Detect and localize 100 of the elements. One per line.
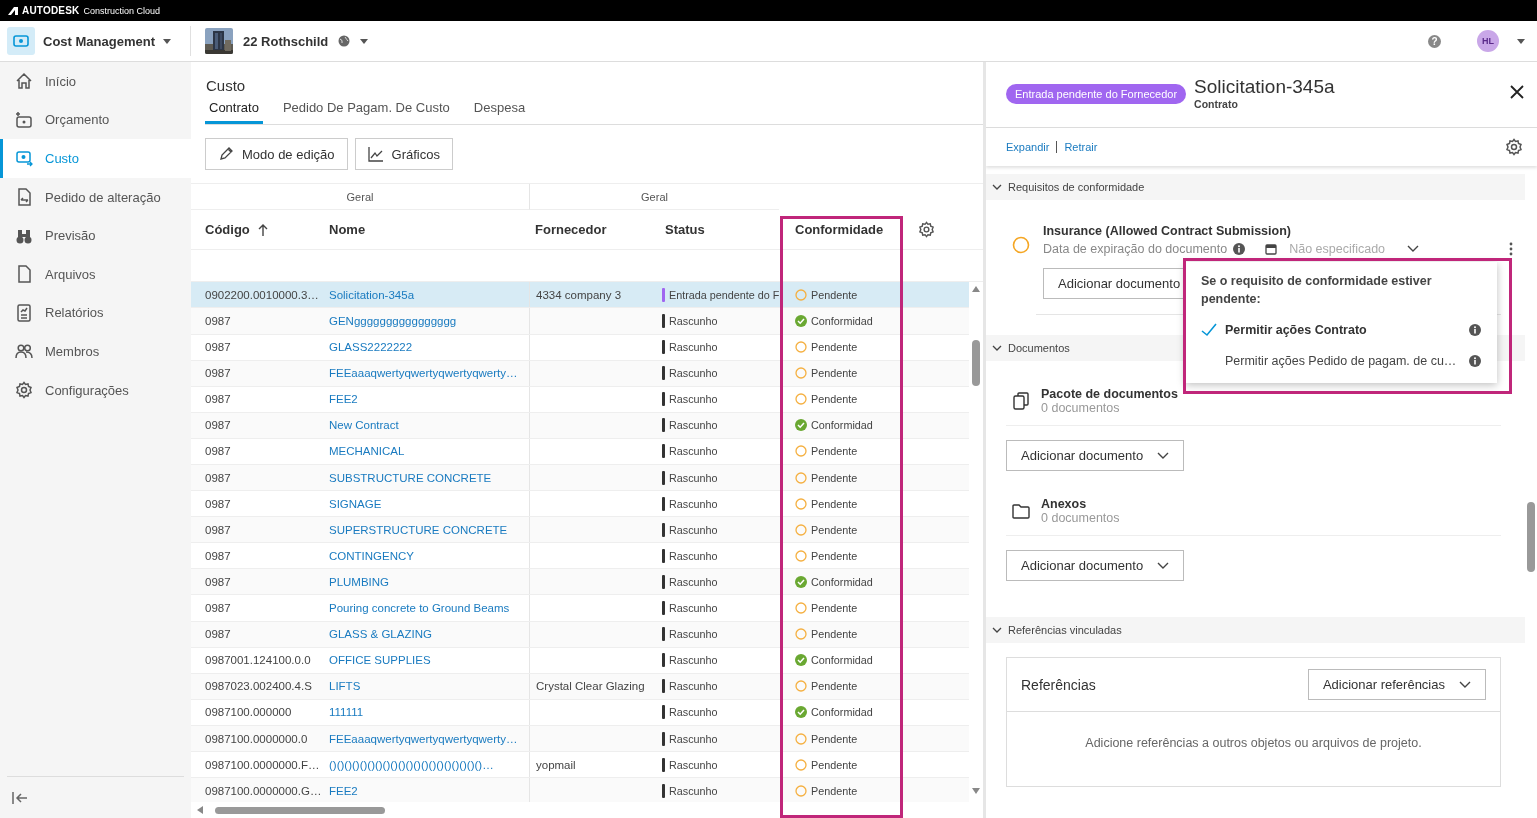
contract-link[interactable]: GENgggggggggggggggg (329, 315, 529, 327)
contract-link[interactable]: CONTINGENCY (329, 549, 529, 562)
table-row[interactable]: 0902200.0010000.3… Solicitation-345a 4334 company 3 Entrada pendente do F Pendente (191, 282, 969, 309)
help-button[interactable]: ? (1428, 34, 1441, 48)
sidebar-item[interactable]: Membros (0, 332, 191, 371)
contract-link[interactable]: FEEaaaqwertyqwertyqwertyqwerty… (329, 367, 529, 380)
table-row[interactable]: 0987 SUBSTRUCTURE CONCRETE Rascunho Pendente (191, 465, 969, 492)
table-row[interactable]: 0987 MECHANICAL Rascunho Pendente (191, 438, 969, 465)
table-row[interactable]: 0987001.124100.0.0 OFFICE SUPPLIES Rascunho Conformidad (191, 647, 969, 674)
column-header[interactable]: Código (191, 222, 329, 238)
table-row[interactable]: 0987 PLUMBING Rascunho Conformidad (191, 569, 969, 596)
card-title: Referências (1021, 676, 1096, 693)
table-row[interactable]: 0987 GENgggggggggggggggg Rascunho Conformidad (191, 308, 969, 335)
panel-subtitle: Contrato (1194, 98, 1239, 110)
calendar-icon[interactable] (1265, 243, 1278, 255)
contract-link[interactable]: 111111 (329, 706, 529, 719)
settings-icon[interactable] (1505, 138, 1523, 156)
menu-item[interactable]: Permitir ações Contrato (1201, 314, 1481, 345)
status-text: Rascunho (669, 784, 718, 797)
contract-link[interactable]: MECHANICAL (329, 445, 529, 458)
home-icon (15, 72, 33, 91)
table-cell-text: 0987 (204, 367, 232, 380)
file-icon (15, 265, 33, 284)
close-icon[interactable] (1509, 84, 1525, 100)
contract-link[interactable]: Solicitation-345a (329, 288, 529, 301)
contract-link[interactable]: Pouring concrete to Ground Beams (329, 602, 529, 615)
report-icon (15, 303, 33, 322)
sidebar-item[interactable]: Início (0, 62, 191, 101)
scrollbar-thumb[interactable] (215, 806, 385, 814)
text-link[interactable]: Expandir (1006, 141, 1050, 153)
table-row[interactable]: 0987 CONTINGENCY Rascunho Pendente (191, 543, 969, 570)
section-header[interactable]: Referências vinculadas (986, 617, 1525, 643)
contract-link[interactable]: FEEaaaqwertyqwertyqwertyqwerty… (329, 732, 529, 745)
column-header[interactable]: Fornecedor (529, 222, 659, 238)
table-row[interactable]: 0987100.000000 111111 Rascunho Conformidad (191, 699, 969, 726)
text-link[interactable]: Retrair (1064, 141, 1098, 153)
status-text: Rascunho (669, 628, 718, 641)
scroll-left-icon[interactable] (197, 806, 203, 815)
contract-link[interactable]: OFFICE SUPPLIES (329, 654, 529, 667)
contract-link[interactable]: FEE2 (329, 784, 529, 797)
status-text: Rascunho (669, 575, 718, 588)
contract-link[interactable]: ()()()()()()()()()()()()()()()()()()()()… (329, 758, 529, 771)
table-row[interactable]: 0987 SUPERSTRUCTURE CONCRETE Rascunho Pendente (191, 517, 969, 544)
caret-icon[interactable] (1517, 38, 1525, 44)
table-row[interactable]: 0987100.0000000.F… ()()()()()()()()()()()()()()()()()()()()… yopmail Rascunho Pendente (191, 752, 969, 779)
scrollbar-thumb[interactable] (1527, 502, 1535, 572)
contract-link[interactable]: SUBSTRUCTURE CONCRETE (329, 471, 529, 484)
settings-icon[interactable] (918, 221, 935, 239)
tab[interactable]: Pedido De Pagam. De Custo (278, 100, 454, 124)
tab[interactable]: Despesa (469, 100, 530, 124)
table-row[interactable]: 0987100.0000000.G… FEE2 Rascunho Pendente (191, 778, 969, 803)
contract-link[interactable]: LIFTS (329, 680, 529, 693)
caret-icon[interactable] (162, 38, 171, 44)
table-row[interactable]: 0987 GLASS & GLAZING Rascunho Pendente (191, 621, 969, 648)
table-row[interactable]: 0987100.0000000.0 FEEaaaqwertyqwertyqwertyqwerty… Rascunho Pendente (191, 725, 969, 753)
module-selector[interactable]: Cost Management (43, 33, 155, 49)
table-cell-text: 0987 (204, 575, 232, 588)
sidebar-item[interactable]: Previsão (0, 216, 191, 255)
table-row[interactable]: 0987 Pouring concrete to Ground Beams Rascunho Pendente (191, 595, 969, 622)
table-row[interactable]: 0987 GLASS2222222 Rascunho Pendente (191, 334, 969, 361)
charts-button[interactable]: Gráficos (354, 138, 453, 170)
dropdown-button[interactable]: Adicionar documento (1006, 440, 1185, 471)
field-label: Data de expiração do documento (1043, 242, 1228, 256)
contract-link[interactable]: PLUMBING (329, 575, 529, 588)
dropdown-button[interactable]: Adicionar referências (1307, 669, 1486, 700)
user-avatar[interactable]: HL (1477, 30, 1499, 52)
sidebar-item[interactable]: Relatórios (0, 293, 191, 333)
column-header[interactable]: Status (659, 222, 787, 238)
contract-link[interactable]: New Contract (329, 419, 529, 432)
contract-link[interactable]: SUPERSTRUCTURE CONCRETE (329, 523, 529, 536)
edit-mode-button[interactable]: Modo de edição (205, 138, 348, 170)
section-header[interactable]: Requisitos de conformidade (986, 174, 1525, 200)
compliance-text: Pendente (811, 445, 858, 458)
tab[interactable]: Contrato (205, 100, 263, 124)
column-header[interactable]: Nome (329, 222, 529, 238)
panel-title: Solicitation-345a (1194, 76, 1335, 98)
column-header[interactable]: Conformidade (787, 222, 904, 238)
contract-link[interactable]: GLASS & GLAZING (329, 628, 529, 641)
compliance-text: Pendente (811, 393, 858, 406)
menu-item[interactable]: Permitir ações Pedido de pagam. de cu… (1201, 345, 1481, 376)
table-row[interactable]: 0987 FEEaaaqwertyqwertyqwertyqwerty… Rascunho Pendente (191, 360, 969, 387)
table-row[interactable]: 0987023.002400.4.S LIFTS Crystal Clear Glazing Rascunho Pendente (191, 673, 969, 700)
more-icon[interactable] (1509, 242, 1513, 256)
table-row[interactable]: 0987 New Contract Rascunho Conformidad (191, 412, 969, 439)
sidebar-item[interactable]: Arquivos (0, 254, 191, 294)
chevron-down-icon[interactable] (1407, 245, 1420, 253)
sidebar-item[interactable]: Orçamento (0, 100, 191, 140)
dropdown-button[interactable]: Adicionar documento (1006, 550, 1185, 581)
contract-link[interactable]: SIGNAGE (329, 497, 529, 510)
table-row[interactable]: 0987 SIGNAGE Rascunho Pendente (191, 491, 969, 518)
sidebar-item[interactable]: Configurações (0, 370, 191, 410)
sidebar-item[interactable]: Pedido de alteração (0, 177, 191, 217)
collapse-icon[interactable] (12, 791, 28, 804)
table-cell-text: 0902200.0010000.3… (204, 288, 320, 301)
project-selector[interactable]: 22 Rothschild (243, 33, 329, 49)
status-text: Rascunho (669, 445, 718, 458)
contract-link[interactable]: FEE2 (329, 393, 529, 406)
caret-icon[interactable] (360, 38, 369, 44)
table-row[interactable]: 0987 FEE2 Rascunho Pendente (191, 386, 969, 413)
contract-link[interactable]: GLASS2222222 (329, 341, 529, 354)
